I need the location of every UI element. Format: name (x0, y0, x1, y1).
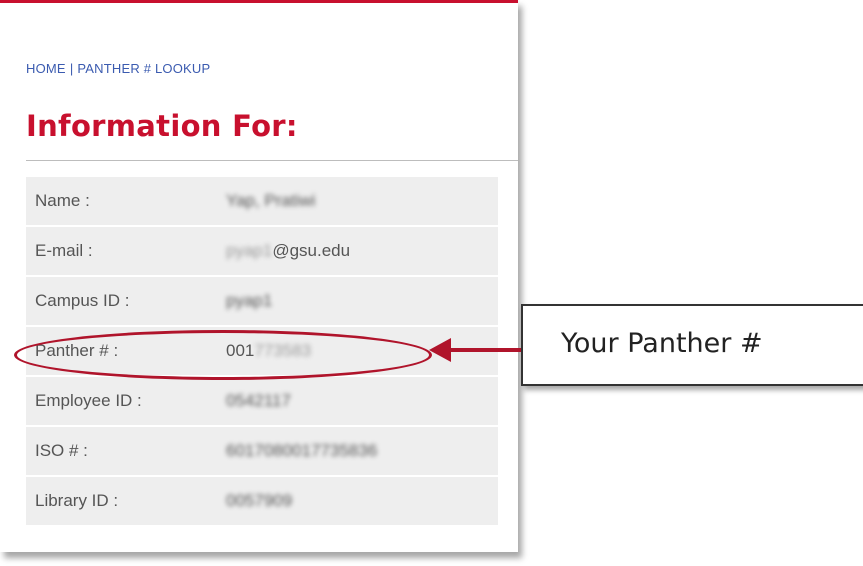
name-label: Name : (35, 191, 90, 210)
library-id-value: 0057909 (226, 491, 293, 510)
breadcrumb-separator: | (69, 61, 74, 76)
email-label: E-mail : (35, 241, 93, 260)
iso-number-value: 6017080017735836 (226, 441, 378, 460)
panther-number-value: 001773583 (226, 341, 311, 361)
library-id-label: Library ID : (35, 491, 119, 510)
panther-number-label: Panther # : (35, 341, 119, 360)
iso-number-row: ISO # : 6017080017735836 (26, 427, 498, 477)
email-row: E-mail : pyap1@gsu.edu (26, 227, 498, 277)
callout-box: Your Panther # (521, 304, 863, 386)
library-id-row: Library ID : 0057909 (26, 477, 498, 527)
breadcrumb-panther-lookup-link[interactable]: PANTHER # LOOKUP (77, 61, 210, 76)
breadcrumb-home-link[interactable]: HOME (26, 61, 66, 76)
employee-id-label: Employee ID : (35, 391, 142, 410)
campus-id-row: Campus ID : pyap1 (26, 277, 498, 327)
info-card: HOME | PANTHER # LOOKUP Information For: N… (0, 0, 518, 552)
campus-id-label: Campus ID : (35, 291, 130, 310)
campus-id-value: pyap1 (226, 291, 273, 310)
email-user-blurred: pyap1 (226, 241, 273, 260)
employee-id-row: Employee ID : 0542117 (26, 377, 498, 427)
employee-id-value: 0542117 (226, 391, 291, 410)
breadcrumb: HOME | PANTHER # LOOKUP (26, 61, 210, 76)
email-domain: @gsu.edu (272, 241, 351, 260)
page-title: Information For: (26, 109, 298, 143)
name-row: Name : Yap, Pratiwi (26, 177, 498, 227)
email-value: pyap1@gsu.edu (226, 241, 350, 261)
iso-number-label: ISO # : (35, 441, 88, 460)
pointer-arrow-icon (429, 338, 521, 362)
panther-number-prefix: 001 (226, 341, 255, 360)
title-divider (26, 160, 518, 161)
callout-text: Your Panther # (561, 328, 763, 359)
panther-number-blurred: 773583 (254, 341, 312, 360)
name-value: Yap, Pratiwi (226, 191, 316, 210)
